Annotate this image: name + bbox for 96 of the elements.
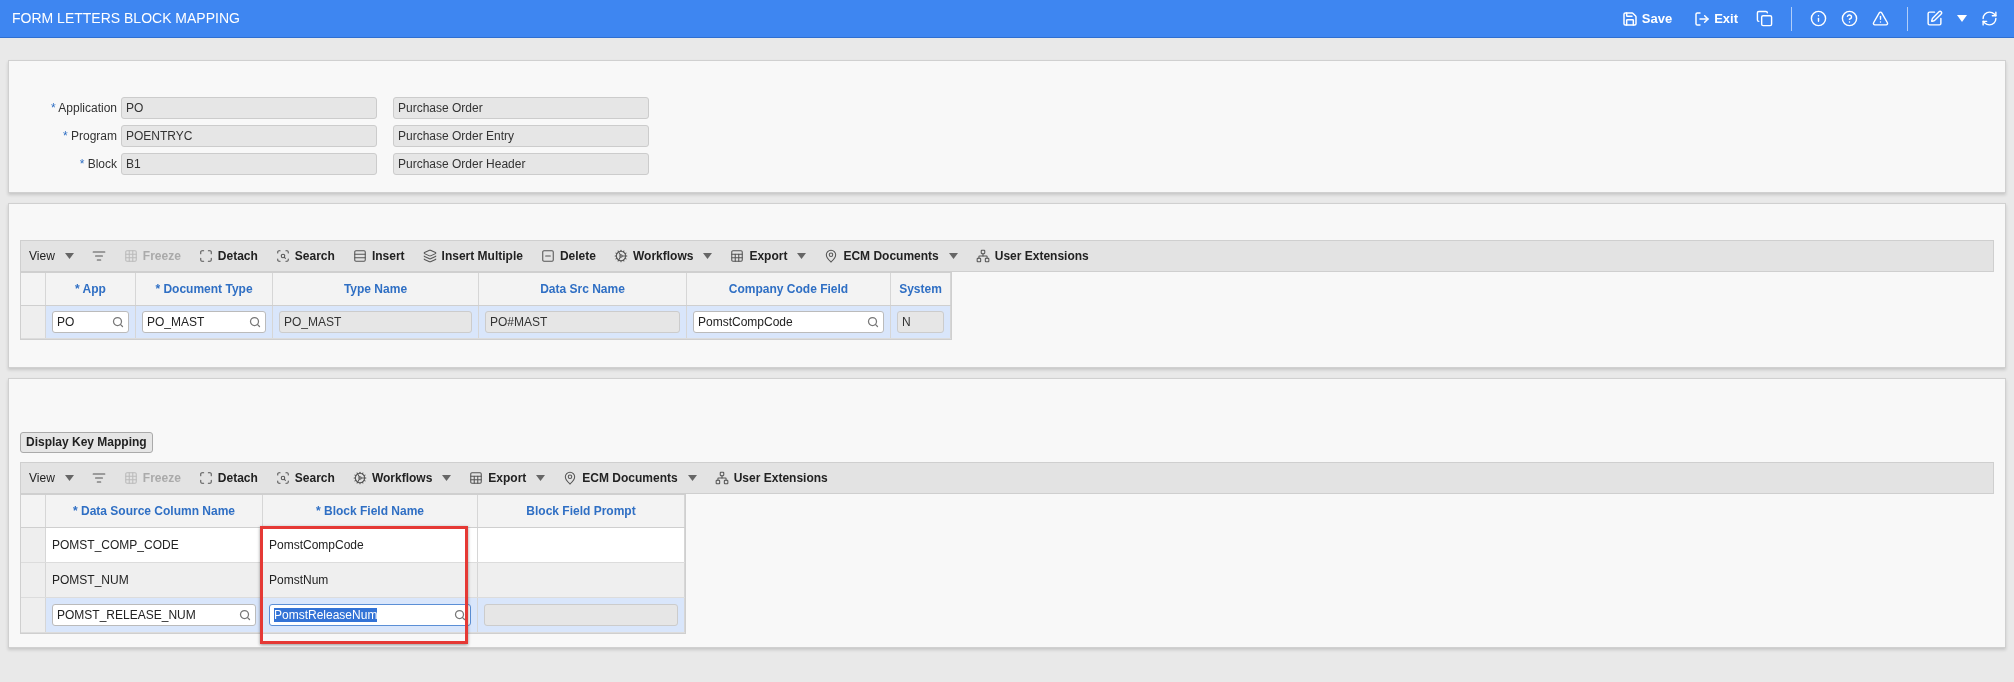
column-header[interactable]: Data Src Name <box>540 280 625 298</box>
display-key-mapping-button[interactable]: Display Key Mapping <box>20 431 153 453</box>
table-cell-text: POMST_NUM <box>52 572 129 589</box>
expand-icon <box>198 471 213 485</box>
caret-icon[interactable] <box>536 475 546 481</box>
table-cell-text: PomstCompCode <box>269 537 364 554</box>
table-row[interactable]: POMST_NUM PomstNum <box>21 563 685 598</box>
toolbar-button[interactable]: Search <box>275 469 335 487</box>
column-header[interactable]: * Block Field Name <box>315 502 424 520</box>
pin-icon <box>824 249 839 263</box>
table-row[interactable]: PO PO_MAST PO_MAST PO#MAST PomstCompCode N <box>21 306 951 339</box>
toolbar-button[interactable]: User Extensions <box>975 247 1089 265</box>
search-icon[interactable] <box>249 316 261 328</box>
toolbar-button[interactable]: Insert Multiple <box>422 247 523 265</box>
gear-icon <box>613 249 628 263</box>
toolbar-button[interactable]: Export <box>469 469 527 487</box>
grid-icon <box>123 249 138 263</box>
info-icon[interactable] <box>1810 10 1827 27</box>
field-label: * Application <box>49 100 118 117</box>
readonly-field: B1 <box>121 153 377 175</box>
sheet-icon <box>469 471 484 485</box>
save-button[interactable]: Save <box>1617 8 1677 29</box>
network-icon <box>714 471 729 485</box>
toolbar-button[interactable]: View <box>29 247 55 265</box>
expand-icon <box>198 249 213 263</box>
toolbar-button[interactable]: Export <box>730 247 788 265</box>
toolbar-button[interactable]: User Extensions <box>714 469 828 487</box>
caret-icon[interactable] <box>797 253 807 259</box>
save-icon <box>1621 10 1638 27</box>
lookup-field[interactable]: PomstCompCode <box>693 311 884 333</box>
caret-icon[interactable] <box>687 475 697 481</box>
toolbar-button[interactable]: ECM Documents <box>824 247 939 265</box>
readonly-field: PO_MAST <box>279 311 472 333</box>
field-label: * Program <box>61 128 118 145</box>
pin-icon <box>563 471 578 485</box>
warning-icon[interactable] <box>1872 10 1889 27</box>
search-icon[interactable] <box>867 316 879 328</box>
window-title: FORM LETTERS BLOCK MAPPING <box>12 9 241 28</box>
caret-icon[interactable] <box>1957 15 1967 22</box>
readonly-field: PO <box>121 97 377 119</box>
refresh-icon[interactable] <box>1981 10 1998 27</box>
exit-icon <box>1694 10 1711 27</box>
lookup-field[interactable]: PO <box>52 311 129 333</box>
column-header[interactable]: Company Code Field <box>728 280 849 298</box>
caret-icon[interactable] <box>64 253 74 259</box>
caret-icon[interactable] <box>948 253 958 259</box>
toolbar-button[interactable]: Detach <box>198 469 258 487</box>
readonly-field: Purchase Order Header <box>393 153 649 175</box>
grid-icon <box>123 471 138 485</box>
exit-button[interactable]: Exit <box>1690 8 1742 29</box>
table-row[interactable]: POMST_RELEASE_NUM PomstReleaseNum <box>21 598 685 633</box>
help-icon[interactable] <box>1841 10 1858 27</box>
search-icon[interactable] <box>112 316 124 328</box>
toolbar-button[interactable]: View <box>29 469 55 487</box>
filter-icon <box>91 249 106 263</box>
search-icon <box>275 471 290 485</box>
column-header[interactable]: * App <box>75 280 106 298</box>
toolbar-button[interactable]: Workflows <box>352 469 433 487</box>
toolbar-button[interactable]: Search <box>275 247 335 265</box>
search-icon[interactable] <box>454 609 466 621</box>
readonly-field: N <box>897 311 944 333</box>
filter-icon <box>91 471 106 485</box>
network-icon <box>975 249 990 263</box>
caret-icon[interactable] <box>442 475 452 481</box>
field-label: * Block <box>78 156 118 173</box>
toolbar-button[interactable]: Workflows <box>613 247 694 265</box>
column-header[interactable]: Block Field Prompt <box>526 502 636 520</box>
search-icon[interactable] <box>239 609 251 621</box>
edit-icon[interactable] <box>1926 10 1943 27</box>
readonly-field: PO#MAST <box>485 311 680 333</box>
toolbar-button[interactable]: Detach <box>198 247 258 265</box>
copy-icon[interactable] <box>1756 10 1773 27</box>
gear-icon <box>352 471 367 485</box>
table-row[interactable]: POMST_COMP_CODE PomstCompCode <box>21 528 685 563</box>
lookup-field[interactable]: PomstReleaseNum <box>269 604 471 626</box>
table-cell-text: PomstNum <box>269 572 329 589</box>
readonly-field: Purchase Order Entry <box>393 125 649 147</box>
column-header[interactable]: Type Name <box>343 280 408 298</box>
column-header[interactable]: * Document Type <box>155 280 253 298</box>
column-header[interactable]: System <box>899 280 942 298</box>
readonly-field: Purchase Order <box>393 97 649 119</box>
layers-icon <box>422 249 437 263</box>
caret-icon[interactable] <box>64 475 74 481</box>
column-header[interactable]: * Data Source Column Name <box>72 502 236 520</box>
rows-icon <box>352 249 367 263</box>
lookup-field[interactable]: PO_MAST <box>142 311 266 333</box>
toolbar-button[interactable]: ECM Documents <box>563 469 678 487</box>
caret-icon[interactable] <box>703 253 713 259</box>
toolbar-button[interactable]: Delete <box>540 247 596 265</box>
table-cell-text: POMST_COMP_CODE <box>52 537 179 554</box>
toolbar-button[interactable]: Insert <box>352 247 405 265</box>
sheet-icon <box>730 249 745 263</box>
minus-icon <box>540 249 555 263</box>
search-icon <box>275 249 290 263</box>
readonly-field: POENTRYC <box>121 125 377 147</box>
lookup-field[interactable]: POMST_RELEASE_NUM <box>52 604 256 626</box>
